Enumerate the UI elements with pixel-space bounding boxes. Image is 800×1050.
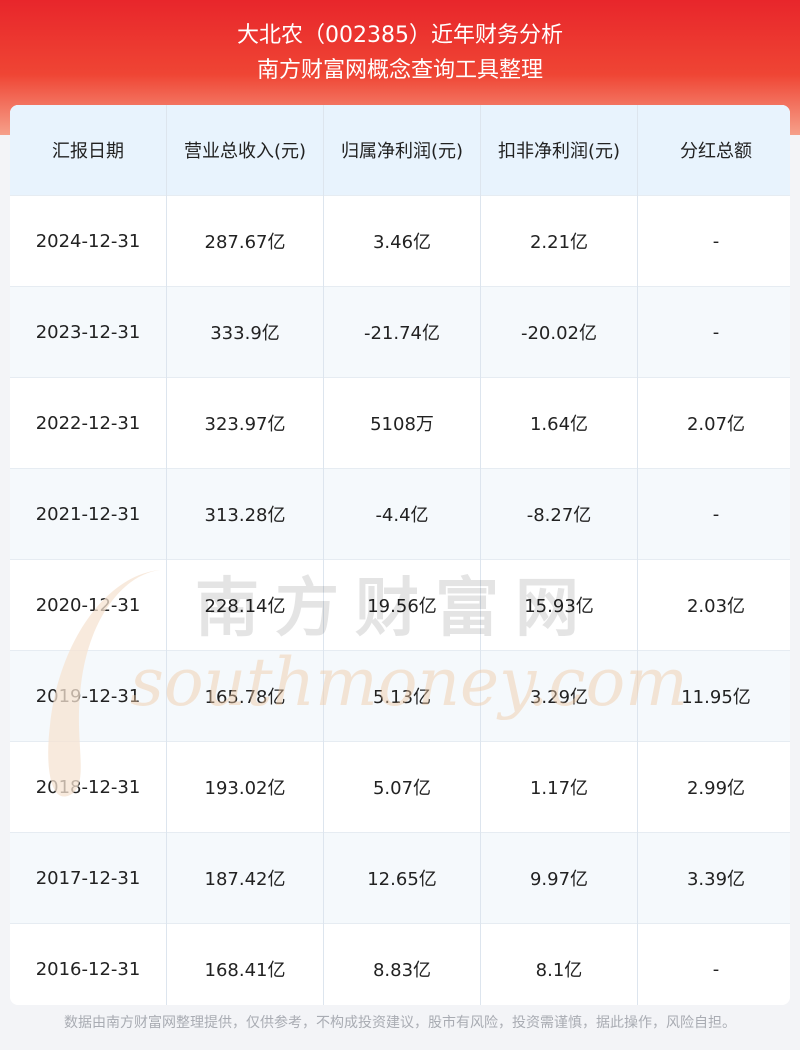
column-header-dividend: 分红总额 — [637, 105, 790, 196]
cell-net-profit: 19.56亿 — [323, 559, 481, 651]
cell-net-profit: 3.46亿 — [323, 195, 481, 287]
cell-net-profit: 5.13亿 — [323, 650, 481, 742]
cell-deducted-net-profit: 8.1亿 — [480, 923, 638, 1005]
cell-net-profit: -4.4亿 — [323, 468, 481, 560]
cell-dividend: 3.39亿 — [637, 832, 790, 924]
cell-date: 2022-12-31 — [10, 377, 167, 469]
column-header-deducted-net-profit: 扣非净利润(元) — [480, 105, 638, 196]
table-row: 2020-12-31 228.14亿 19.56亿 15.93亿 2.03亿 — [10, 559, 790, 651]
cell-deducted-net-profit: 15.93亿 — [480, 559, 638, 651]
cell-net-profit: 12.65亿 — [323, 832, 481, 924]
table-row: 2022-12-31 323.97亿 5108万 1.64亿 2.07亿 — [10, 377, 790, 469]
footer-disclaimer: 数据由南方财富网整理提供，仅供参考，不构成投资建议，股市有风险，投资需谨慎，据此… — [64, 1015, 736, 1031]
cell-deducted-net-profit: 1.17亿 — [480, 741, 638, 833]
cell-revenue: 287.67亿 — [166, 195, 324, 287]
cell-deducted-net-profit: -8.27亿 — [480, 468, 638, 560]
cell-dividend: 11.95亿 — [637, 650, 790, 742]
table-header-row: 汇报日期 营业总收入(元) 归属净利润(元) 扣非净利润(元) 分红总额 — [10, 105, 790, 196]
cell-revenue: 193.02亿 — [166, 741, 324, 833]
cell-revenue: 333.9亿 — [166, 286, 324, 378]
table-row: 2021-12-31 313.28亿 -4.4亿 -8.27亿 - — [10, 468, 790, 560]
cell-net-profit: 8.83亿 — [323, 923, 481, 1005]
cell-date: 2023-12-31 — [10, 286, 167, 378]
cell-net-profit: 5.07亿 — [323, 741, 481, 833]
cell-date: 2016-12-31 — [10, 923, 167, 1005]
cell-net-profit: -21.74亿 — [323, 286, 481, 378]
column-header-net-profit: 归属净利润(元) — [323, 105, 481, 196]
cell-dividend: 2.07亿 — [637, 377, 790, 469]
cell-date: 2020-12-31 — [10, 559, 167, 651]
table-row: 2018-12-31 193.02亿 5.07亿 1.17亿 2.99亿 — [10, 741, 790, 833]
cell-date: 2019-12-31 — [10, 650, 167, 742]
cell-dividend: - — [637, 286, 790, 378]
financial-table-card: 汇报日期 营业总收入(元) 归属净利润(元) 扣非净利润(元) 分红总额 202… — [10, 105, 790, 1005]
column-header-revenue: 营业总收入(元) — [166, 105, 324, 196]
cell-revenue: 313.28亿 — [166, 468, 324, 560]
cell-net-profit: 5108万 — [323, 377, 481, 469]
cell-revenue: 187.42亿 — [166, 832, 324, 924]
cell-revenue: 168.41亿 — [166, 923, 324, 1005]
cell-dividend: - — [637, 195, 790, 287]
cell-dividend: 2.03亿 — [637, 559, 790, 651]
table-row: 2024-12-31 287.67亿 3.46亿 2.21亿 - — [10, 195, 790, 287]
cell-revenue: 228.14亿 — [166, 559, 324, 651]
cell-deducted-net-profit: 3.29亿 — [480, 650, 638, 742]
page-subtitle: 南方财富网概念查询工具整理 — [256, 58, 543, 83]
cell-revenue: 323.97亿 — [166, 377, 324, 469]
cell-date: 2017-12-31 — [10, 832, 167, 924]
cell-dividend: 2.99亿 — [637, 741, 790, 833]
cell-dividend: - — [637, 923, 790, 1005]
cell-date: 2021-12-31 — [10, 468, 167, 560]
cell-deducted-net-profit: -20.02亿 — [480, 286, 638, 378]
table-row: 2023-12-31 333.9亿 -21.74亿 -20.02亿 - — [10, 286, 790, 378]
table-row: 2016-12-31 168.41亿 8.83亿 8.1亿 - — [10, 923, 790, 1005]
cell-deducted-net-profit: 9.97亿 — [480, 832, 638, 924]
financial-table: 汇报日期 营业总收入(元) 归属净利润(元) 扣非净利润(元) 分红总额 202… — [10, 105, 790, 1005]
column-header-date: 汇报日期 — [10, 105, 167, 196]
cell-deducted-net-profit: 2.21亿 — [480, 195, 638, 287]
cell-dividend: - — [637, 468, 790, 560]
table-row: 2019-12-31 165.78亿 5.13亿 3.29亿 11.95亿 — [10, 650, 790, 742]
page-title: 大北农（002385）近年财务分析 — [237, 23, 563, 48]
cell-date: 2018-12-31 — [10, 741, 167, 833]
cell-deducted-net-profit: 1.64亿 — [480, 377, 638, 469]
cell-date: 2024-12-31 — [10, 195, 167, 287]
cell-revenue: 165.78亿 — [166, 650, 324, 742]
table-row: 2017-12-31 187.42亿 12.65亿 9.97亿 3.39亿 — [10, 832, 790, 924]
